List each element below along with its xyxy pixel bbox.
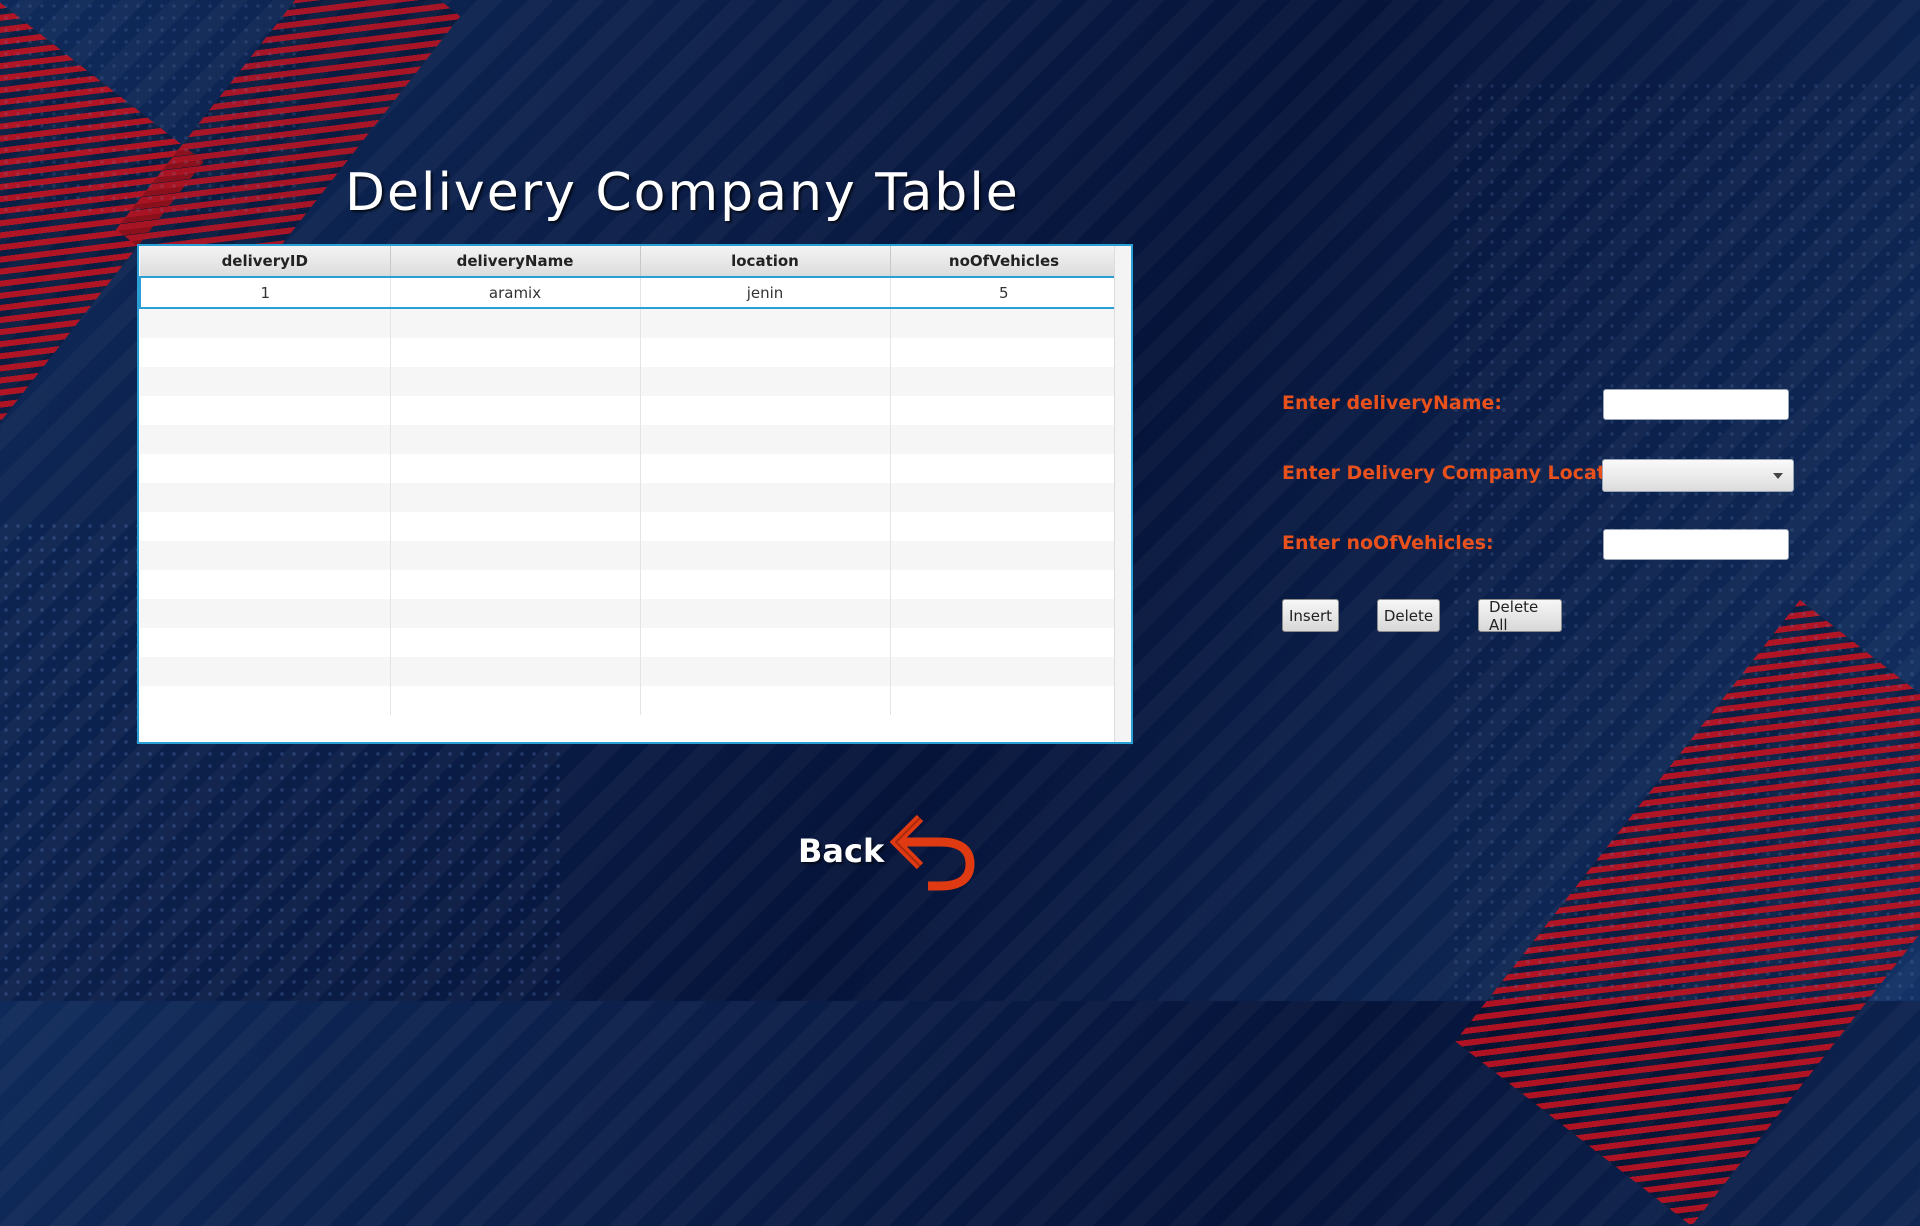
table-cell-empty	[640, 599, 891, 628]
table-row-empty[interactable]	[140, 425, 1119, 454]
table-row-empty[interactable]	[140, 570, 1119, 599]
table-row-empty[interactable]	[140, 338, 1119, 367]
back-arrow-icon[interactable]	[890, 812, 982, 894]
table-cell-empty	[140, 308, 391, 338]
table-cell-empty	[640, 512, 891, 541]
table-row-empty[interactable]	[140, 454, 1119, 483]
back-label[interactable]: Back	[798, 832, 884, 870]
cell-noofvehicles: 5	[890, 276, 1119, 309]
vehicles-input[interactable]	[1603, 529, 1789, 560]
table-cell-empty	[890, 454, 1119, 483]
vehicles-label: Enter noOfVehicles:	[1282, 532, 1494, 554]
table-cell-empty	[390, 628, 641, 657]
table-cell-empty	[890, 483, 1119, 512]
table-cell-empty	[140, 396, 391, 425]
table-row-empty[interactable]	[140, 512, 1119, 541]
insert-button[interactable]: Insert	[1282, 599, 1339, 632]
table-cell-empty	[140, 425, 391, 454]
table-cell-empty	[890, 367, 1119, 396]
table-cell-empty	[390, 396, 641, 425]
table-cell-empty	[640, 686, 891, 715]
table-row-empty[interactable]	[140, 367, 1119, 396]
table-cell-empty	[890, 599, 1119, 628]
table-cell-empty	[390, 599, 641, 628]
table-cell-empty	[390, 483, 641, 512]
cell-deliveryname: aramix	[390, 276, 641, 309]
table-cell-empty	[390, 454, 641, 483]
table-cell-empty	[140, 570, 391, 599]
table-cell-empty	[390, 367, 641, 396]
table-cell-empty	[390, 541, 641, 570]
table-cell-empty	[140, 686, 391, 715]
table-cell-empty	[890, 396, 1119, 425]
table-cell-empty	[640, 483, 891, 512]
table-cell-empty	[640, 338, 891, 367]
table-cell-empty	[890, 425, 1119, 454]
table-cell-empty	[890, 657, 1119, 686]
column-header-deliveryname[interactable]: deliveryName	[390, 246, 641, 278]
table-cell-empty	[390, 657, 641, 686]
table-row-empty[interactable]	[140, 599, 1119, 628]
table-cell-empty	[890, 628, 1119, 657]
column-header-location[interactable]: location	[640, 246, 891, 278]
column-header-deliveryid[interactable]: deliveryID	[140, 246, 391, 278]
table-cell-empty	[640, 425, 891, 454]
table-row-empty[interactable]	[140, 657, 1119, 686]
table-row-empty[interactable]	[140, 396, 1119, 425]
location-combobox[interactable]	[1602, 459, 1794, 492]
table-cell-empty	[890, 541, 1119, 570]
delete-button[interactable]: Delete	[1377, 599, 1440, 632]
table-cell-empty	[640, 541, 891, 570]
table-cell-empty	[890, 686, 1119, 715]
table-cell-empty	[140, 483, 391, 512]
delivery-company-table[interactable]: deliveryID deliveryName location noOfVeh…	[137, 244, 1133, 744]
table-cell-empty	[140, 599, 391, 628]
table-cell-empty	[640, 367, 891, 396]
location-label: Enter Delivery Company Location:	[1282, 462, 1647, 484]
table-cell-empty	[140, 367, 391, 396]
cell-location: jenin	[640, 276, 891, 309]
table-cell-empty	[390, 338, 641, 367]
table-cell-empty	[140, 657, 391, 686]
column-header-noofvehicles[interactable]: noOfVehicles	[890, 246, 1119, 278]
table-row[interactable]: 1 aramix jenin 5	[139, 276, 1119, 309]
table-cell-empty	[640, 396, 891, 425]
table-cell-empty	[140, 338, 391, 367]
table-row-empty[interactable]	[140, 686, 1119, 715]
table-cell-empty	[890, 308, 1119, 338]
table-row-empty[interactable]	[140, 483, 1119, 512]
table-header-row: deliveryID deliveryName location noOfVeh…	[140, 246, 1119, 278]
table-cell-empty	[140, 628, 391, 657]
table-cell-empty	[390, 686, 641, 715]
table-cell-empty	[640, 657, 891, 686]
table-cell-empty	[390, 308, 641, 338]
table-cell-empty	[390, 512, 641, 541]
table-row-empty[interactable]	[140, 541, 1119, 570]
chevron-down-icon[interactable]	[1773, 473, 1783, 479]
table-cell-empty	[390, 570, 641, 599]
table-cell-empty	[890, 570, 1119, 599]
table-cell-empty	[640, 570, 891, 599]
background-red-stripes-bottom-right	[1455, 600, 1920, 1226]
background-dots-top-left	[0, 0, 300, 220]
cell-deliveryid: 1	[139, 276, 391, 309]
table-cell-empty	[890, 338, 1119, 367]
table-cell-empty	[640, 628, 891, 657]
table-scrollbar[interactable]	[1114, 246, 1131, 742]
table-cell-empty	[140, 541, 391, 570]
delete-all-button[interactable]: Delete All	[1478, 598, 1562, 634]
table-cell-empty	[640, 308, 891, 338]
table-cell-empty	[390, 425, 641, 454]
table-cell-empty	[140, 512, 391, 541]
table-row-empty[interactable]	[140, 308, 1119, 338]
table-cell-empty	[640, 454, 891, 483]
table-grid: deliveryID deliveryName location noOfVeh…	[139, 246, 1119, 715]
page-title: Delivery Company Table	[345, 163, 1020, 223]
table-row-empty[interactable]	[140, 628, 1119, 657]
delivery-name-input[interactable]	[1603, 389, 1789, 420]
table-cell-empty	[890, 512, 1119, 541]
table-cell-empty	[140, 454, 391, 483]
delivery-name-label: Enter deliveryName:	[1282, 392, 1503, 414]
